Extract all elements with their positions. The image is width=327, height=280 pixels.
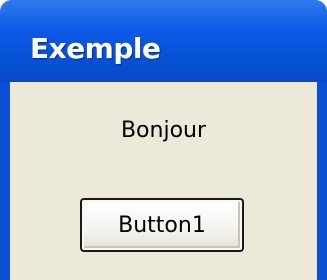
greeting-label: Bonjour	[120, 118, 207, 143]
client-area: Bonjour Button1	[10, 82, 317, 280]
button1[interactable]: Button1	[80, 198, 244, 252]
app-window: Exemple Bonjour Button1	[0, 0, 327, 280]
title-bar[interactable]: Exemple	[0, 0, 327, 82]
window-title: Exemple	[30, 32, 161, 65]
